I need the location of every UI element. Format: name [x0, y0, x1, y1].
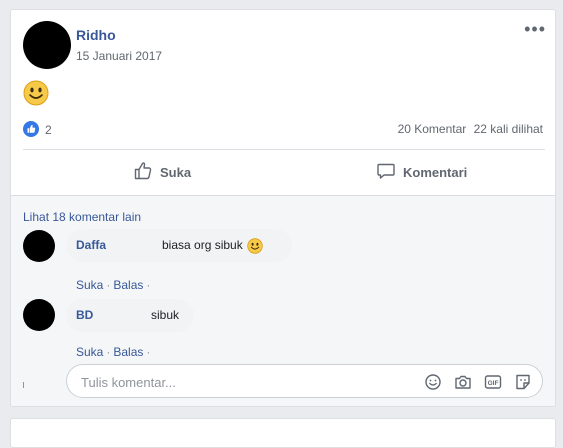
comment-actions: Suka · Balas ·	[76, 278, 153, 292]
comment-text-content: biasa org sibuk	[162, 238, 243, 252]
comment-text: sibuk	[151, 299, 179, 332]
comment-label: Komentari	[403, 164, 468, 180]
comment-text-content: sibuk	[151, 308, 180, 322]
comment-bubble: Daffa biasa org sibuk	[66, 229, 292, 262]
sticker-icon[interactable]	[513, 372, 533, 392]
comment-button[interactable]: Komentari	[376, 154, 467, 190]
post-stats: 2 20 Komentar 22 kali dilihat	[23, 121, 543, 139]
svg-text:GIF: GIF	[488, 380, 499, 387]
comment-actions: Suka · Balas ·	[76, 345, 153, 359]
post-date[interactable]: 15 Januari 2017	[76, 49, 162, 63]
view-more-comments-link[interactable]: Lihat 18 komentar lain	[23, 210, 141, 224]
comment-bubble-icon	[376, 161, 396, 184]
comment-and-view-stats: 20 Komentar 22 kali dilihat	[398, 122, 543, 136]
commenter-name[interactable]: Daffa	[76, 229, 106, 262]
separator-dot: ·	[106, 278, 111, 292]
post-actions: Suka Komentari	[23, 154, 545, 190]
post-card: Ridho 15 Januari 2017 ••• 2 20 Komentar …	[10, 9, 556, 407]
comment-reply-link[interactable]: Balas	[113, 278, 143, 292]
comments-section: Lihat 18 komentar lain Daffa biasa org s…	[11, 195, 555, 406]
more-options-icon[interactable]: •••	[524, 20, 546, 38]
gif-icon[interactable]: GIF	[483, 372, 503, 392]
view-count: 22 kali dilihat	[473, 122, 543, 136]
commenter-avatar[interactable]	[23, 299, 55, 331]
separator-dot: ·	[146, 278, 151, 292]
comment-count-link[interactable]: 20 Komentar	[398, 122, 467, 136]
post-author-name[interactable]: Ridho	[76, 27, 116, 43]
like-count[interactable]: 2	[45, 123, 52, 137]
emoji-icon[interactable]	[423, 372, 443, 392]
composer-avatar-placeholder	[23, 382, 24, 388]
author-avatar[interactable]	[23, 21, 71, 69]
commenter-avatar[interactable]	[23, 230, 55, 262]
comment-reply-link[interactable]: Balas	[113, 345, 143, 359]
comment-text: biasa org sibuk	[162, 229, 263, 262]
separator-dot: ·	[146, 345, 151, 359]
smiley-emoji	[23, 80, 49, 111]
camera-icon[interactable]	[453, 372, 473, 392]
separator-dot: ·	[106, 345, 111, 359]
comment-input[interactable]	[79, 372, 413, 392]
next-post-card	[10, 418, 556, 448]
comment-like-link[interactable]: Suka	[76, 278, 103, 292]
like-button[interactable]: Suka	[133, 154, 191, 190]
comment-composer[interactable]: GIF	[66, 364, 543, 398]
smiley-emoji	[247, 237, 263, 254]
comment-bubble: BD sibuk	[66, 299, 194, 332]
divider	[23, 149, 545, 150]
like-label: Suka	[160, 164, 192, 180]
like-reaction-icon[interactable]	[23, 121, 39, 137]
comment-like-link[interactable]: Suka	[76, 345, 103, 359]
commenter-name[interactable]: BD	[76, 299, 93, 332]
thumbs-up-icon	[133, 161, 153, 184]
